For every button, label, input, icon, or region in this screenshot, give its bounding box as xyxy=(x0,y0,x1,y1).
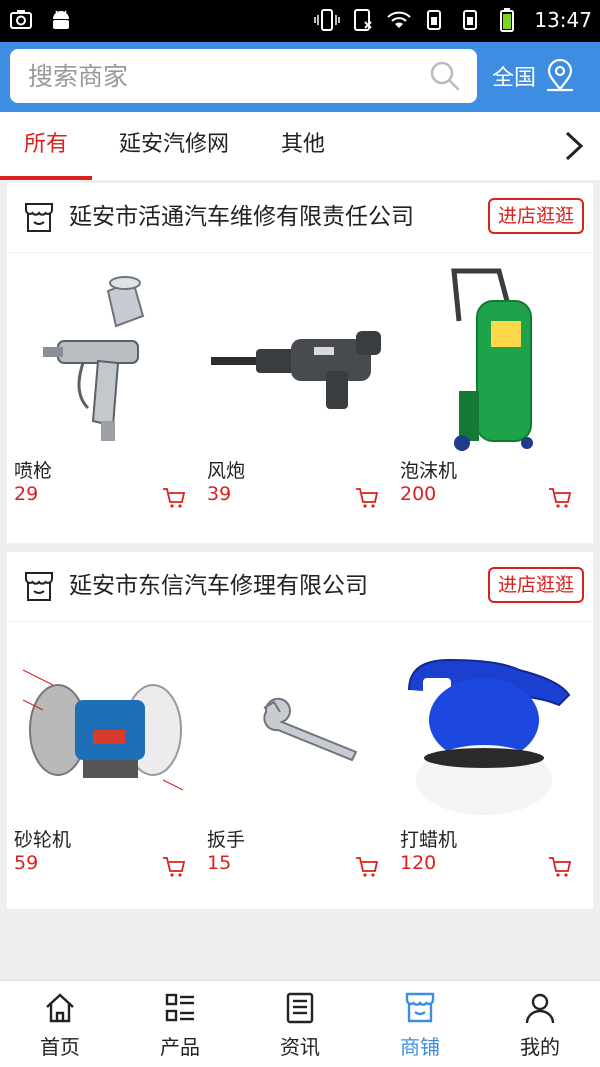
tab-other-label: 其他 xyxy=(280,132,325,157)
waxing-machine-image[interactable] xyxy=(399,630,580,822)
search-box[interactable] xyxy=(10,49,477,103)
screenshot-icon xyxy=(10,10,32,29)
nav-stores[interactable]: 商铺 xyxy=(360,981,480,1067)
shop-card: 延安市活通汽车维修有限责任公司 进店逛逛 喷枪 29 风炮 39 泡沫机 200 xyxy=(7,183,593,543)
product-name: 风炮 xyxy=(207,460,246,482)
location-pin-icon xyxy=(546,59,574,92)
product-item[interactable]: 扳手 15 xyxy=(200,622,393,912)
product-item[interactable]: 砂轮机 59 xyxy=(7,622,200,912)
product-item[interactable]: 泡沫机 200 xyxy=(393,253,586,543)
chevron-right-icon[interactable] xyxy=(562,130,586,162)
battery-icon xyxy=(500,8,515,32)
product-item[interactable]: 打蜡机 120 xyxy=(393,622,586,912)
shop-name[interactable]: 延安市东信汽车修理有限公司 xyxy=(69,552,368,620)
product-name: 扳手 xyxy=(207,829,246,851)
nav-profile-label: 我的 xyxy=(520,1035,560,1059)
grid-list-icon xyxy=(165,993,194,1022)
nav-products-label: 产品 xyxy=(160,1035,200,1059)
add-to-cart-icon[interactable] xyxy=(162,487,186,509)
nav-home[interactable]: 首页 xyxy=(0,981,120,1067)
product-price: 39 xyxy=(207,483,232,505)
product-name: 喷枪 xyxy=(14,460,53,482)
impact-wrench-image[interactable] xyxy=(206,261,387,453)
shop-card-header: 延安市活通汽车维修有限责任公司 进店逛逛 xyxy=(7,183,593,253)
spray-gun-image[interactable] xyxy=(13,261,194,453)
user-icon xyxy=(525,993,555,1024)
nav-stores-label: 商铺 xyxy=(400,1035,440,1059)
sim2-signal-icon xyxy=(463,10,478,30)
product-name: 泡沫机 xyxy=(400,460,458,482)
tab-all[interactable]: 所有 xyxy=(0,112,92,180)
nav-products[interactable]: 产品 xyxy=(120,981,240,1067)
wifi-icon xyxy=(387,11,412,28)
news-icon xyxy=(286,992,314,1024)
product-name: 砂轮机 xyxy=(14,829,72,851)
nav-profile[interactable]: 我的 xyxy=(480,981,600,1067)
tab-other[interactable]: 其他 xyxy=(268,112,338,180)
header-bar: 全国 xyxy=(0,42,600,112)
bench-grinder-image[interactable] xyxy=(13,630,194,822)
nav-news-label: 资讯 xyxy=(280,1035,320,1059)
product-row: 砂轮机 59 扳手 15 打蜡机 120 xyxy=(7,622,593,912)
store-icon xyxy=(25,572,53,601)
visit-store-button[interactable]: 进店逛逛 xyxy=(487,567,584,603)
shop-name[interactable]: 延安市活通汽车维修有限责任公司 xyxy=(69,183,414,251)
search-input[interactable] xyxy=(28,49,418,103)
bottom-navigation: 首页 产品 资讯 商铺 我的 xyxy=(0,980,600,1067)
product-price: 200 xyxy=(400,483,437,505)
product-item[interactable]: 喷枪 29 xyxy=(7,253,200,543)
store-icon xyxy=(405,992,435,1023)
add-to-cart-icon[interactable] xyxy=(355,856,379,878)
active-tab-indicator xyxy=(0,176,92,180)
status-bar: 13:47 xyxy=(0,0,600,42)
visit-store-button[interactable]: 进店逛逛 xyxy=(487,198,584,234)
sim1-signal-icon xyxy=(427,10,442,30)
tab-yanan-auto-repair-label: 延安汽修网 xyxy=(118,132,229,157)
adjustable-wrench-image[interactable] xyxy=(206,630,387,822)
product-row: 喷枪 29 风炮 39 泡沫机 200 xyxy=(7,253,593,543)
nav-news[interactable]: 资讯 xyxy=(240,981,360,1067)
product-price: 29 xyxy=(14,483,39,505)
foam-machine-image[interactable] xyxy=(399,261,580,453)
product-price: 15 xyxy=(207,852,232,874)
home-icon xyxy=(46,993,74,1023)
android-icon xyxy=(53,10,69,29)
nav-home-label: 首页 xyxy=(40,1035,80,1059)
add-to-cart-icon[interactable] xyxy=(162,856,186,878)
shop-card: 延安市东信汽车修理有限公司 进店逛逛 砂轮机 59 扳手 15 打蜡机 120 xyxy=(7,552,593,909)
add-to-cart-icon[interactable] xyxy=(548,487,572,509)
category-tabs: 所有 延安汽修网 其他 xyxy=(0,112,600,180)
product-price: 120 xyxy=(400,852,437,874)
product-name: 打蜡机 xyxy=(400,829,458,851)
search-icon[interactable] xyxy=(429,60,461,92)
store-icon xyxy=(25,203,53,232)
product-item[interactable]: 风炮 39 xyxy=(200,253,393,543)
phone-icon xyxy=(354,9,373,31)
region-label: 全国 xyxy=(492,66,537,91)
tab-all-label: 所有 xyxy=(23,132,68,157)
shop-card-header: 延安市东信汽车修理有限公司 进店逛逛 xyxy=(7,552,593,622)
tab-yanan-auto-repair[interactable]: 延安汽修网 xyxy=(104,112,244,180)
region-selector[interactable]: 全国 xyxy=(492,56,576,96)
add-to-cart-icon[interactable] xyxy=(548,856,572,878)
product-price: 59 xyxy=(14,852,39,874)
vibrate-icon xyxy=(314,9,341,31)
add-to-cart-icon[interactable] xyxy=(355,487,379,509)
status-time: 13:47 xyxy=(534,8,592,32)
